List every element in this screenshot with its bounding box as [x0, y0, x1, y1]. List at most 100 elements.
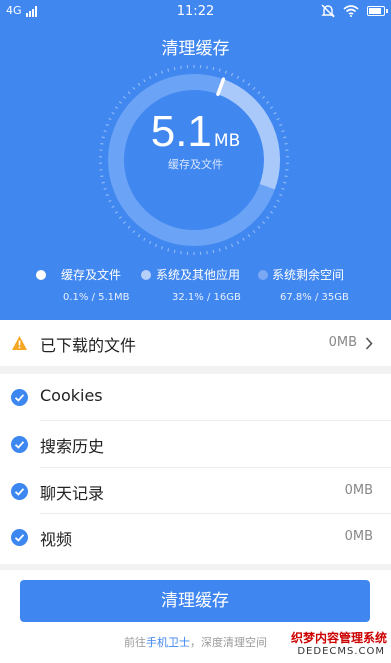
status-icons: [321, 4, 388, 18]
ring-tick: [114, 210, 119, 214]
section-gap: [0, 564, 391, 570]
ring-tick: [224, 246, 228, 250]
item-size: 0MB: [344, 529, 373, 544]
checkbox-checked-icon[interactable]: [11, 483, 28, 500]
ring-tick: [242, 237, 245, 241]
page-title: 清理缓存: [161, 39, 230, 59]
footer-suffix: ，深度清理空间: [190, 636, 267, 649]
ring-tick: [100, 175, 104, 178]
cache-size-value: 5.1: [150, 107, 212, 156]
legend-system-dot: [141, 270, 151, 280]
ring-tick: [167, 68, 170, 72]
ring-tick: [108, 199, 112, 203]
ring-tick: [118, 101, 122, 104]
checkbox-checked-icon[interactable]: [11, 436, 28, 453]
ring-tick: [218, 248, 221, 252]
ring-tick: [118, 216, 122, 219]
ring-tick: [266, 101, 270, 104]
storage-legend: 缓存及文件 0.1% / 5.1MB 系统及其他应用 32.1% / 16GB …: [0, 266, 391, 310]
legend-cache-label: 缓存及文件: [61, 268, 122, 282]
ring-tick: [261, 95, 266, 99]
item-size: 0MB: [344, 483, 373, 498]
site-watermark: 织梦内容管理系统 DEDECMS.COM: [271, 627, 391, 663]
ring-tick: [148, 75, 152, 80]
ring-tick: [132, 230, 136, 234]
ring-tick: [160, 246, 164, 250]
item-label: 聊天记录: [40, 484, 105, 503]
storage-summary-panel: 4G 11:22 清理缓存 5.1 MB 缓存及文件 缓存及文件 0.1% / 5…: [0, 0, 391, 320]
item-row-search-history[interactable]: 搜索历史: [0, 421, 391, 467]
ring-tick: [173, 249, 176, 254]
wifi-icon: [343, 5, 359, 17]
ring-tick: [257, 91, 261, 95]
ring-tick: [279, 193, 283, 197]
downloaded-files-label: 已下载的文件: [40, 336, 137, 355]
ring-tick: [212, 249, 215, 254]
legend-free-value: 67.8% / 35GB: [280, 292, 349, 303]
ring-tick: [283, 181, 287, 184]
ring-tick: [276, 199, 280, 203]
ring-tick: [236, 240, 240, 245]
item-row-video[interactable]: 视频 0MB: [0, 514, 391, 560]
ring-tick: [230, 72, 234, 77]
ring-tick: [160, 70, 164, 74]
ring-tick: [224, 70, 228, 74]
ring-tick: [111, 205, 115, 209]
warning-icon: [12, 336, 27, 350]
cache-size-readout: 5.1 MB: [0, 110, 391, 154]
footer-prefix: 前往: [124, 636, 146, 649]
ring-tick: [167, 248, 170, 252]
watermark-line1: 织梦内容管理系统: [290, 631, 387, 645]
ring-tick: [273, 205, 277, 209]
ring-tick: [148, 240, 152, 245]
chevron-right-icon: [365, 337, 373, 350]
legend-system-label: 系统及其他应用: [156, 268, 241, 282]
ring-tick: [212, 66, 215, 71]
mute-icon: [321, 4, 335, 18]
ring-tick: [281, 187, 285, 190]
item-label: 搜索历史: [40, 437, 105, 456]
ring-tick: [236, 75, 240, 80]
ring-tick: [122, 221, 127, 225]
ring-tick: [154, 243, 158, 248]
ring-tick: [284, 175, 288, 178]
item-row-chat-history[interactable]: 聊天记录 0MB: [0, 468, 391, 514]
legend-system-value: 32.1% / 16GB: [172, 292, 241, 303]
ring-tick: [247, 234, 251, 238]
ring-tick: [173, 66, 176, 71]
battery-icon: [367, 6, 388, 16]
ring-tick: [242, 79, 245, 83]
ring-tick: [127, 225, 131, 229]
ring-tick: [114, 106, 119, 110]
ring-tick: [122, 95, 127, 99]
ring-tick: [103, 187, 107, 190]
ring-tick: [252, 230, 256, 234]
legend-cache-value: 0.1% / 5.1MB: [63, 292, 130, 303]
legend-free-label: 系统剩余空间: [272, 268, 345, 282]
status-bar: 4G 11:22: [0, 0, 391, 24]
ring-tick: [154, 72, 158, 77]
ring-tick: [143, 237, 146, 241]
legend-free-dot: [258, 270, 268, 280]
item-label: Cookies: [40, 386, 103, 405]
ring-tick: [137, 82, 141, 86]
cache-size-unit: MB: [213, 131, 241, 151]
legend-cache-dot: [36, 270, 46, 280]
ring-tick: [132, 86, 136, 90]
ring-tick: [252, 86, 256, 90]
ring-tick: [261, 221, 266, 225]
downloaded-files-size: 0MB: [328, 335, 357, 350]
clean-cache-button[interactable]: 清理缓存: [20, 580, 370, 622]
downloaded-files-row[interactable]: 已下载的文件 0MB: [0, 320, 391, 366]
ring-tick: [266, 216, 270, 219]
ring-tick: [137, 234, 141, 238]
checkbox-checked-icon[interactable]: [11, 389, 28, 406]
ring-tick: [257, 225, 261, 229]
phone-guard-link[interactable]: 手机卫士: [146, 636, 190, 649]
watermark-line2: DEDECMS.COM: [297, 646, 385, 657]
item-row-cookies[interactable]: Cookies: [0, 374, 391, 420]
ring-tick: [143, 79, 146, 83]
checkbox-checked-icon[interactable]: [11, 529, 28, 546]
ring-tick: [127, 91, 131, 95]
ring-tick: [101, 181, 105, 184]
